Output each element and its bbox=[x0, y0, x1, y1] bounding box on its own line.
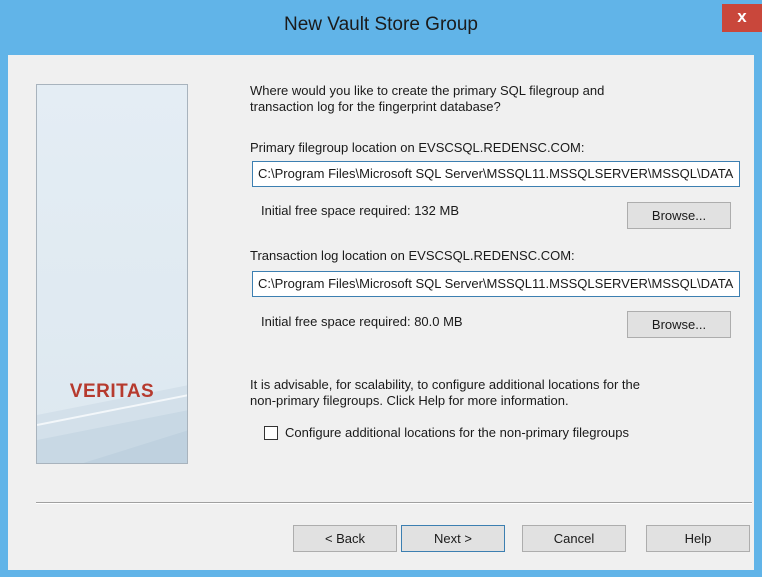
primary-location-input[interactable]: C:\Program Files\Microsoft SQL Server\MS… bbox=[252, 161, 740, 187]
primary-space-text: Initial free space required: 132 MB bbox=[261, 203, 459, 218]
dialog-window: New Vault Store Group x VERITAS Where wo… bbox=[0, 0, 762, 577]
primary-browse-button[interactable]: Browse... bbox=[627, 202, 731, 229]
banner-background-graphic bbox=[37, 85, 187, 463]
close-button[interactable]: x bbox=[722, 4, 762, 32]
window-title: New Vault Store Group bbox=[284, 14, 478, 35]
log-browse-button[interactable]: Browse... bbox=[627, 311, 731, 338]
back-button[interactable]: < Back bbox=[293, 525, 397, 552]
help-button[interactable]: Help bbox=[646, 525, 750, 552]
additional-locations-label[interactable]: Configure additional locations for the n… bbox=[285, 425, 629, 441]
question-text-line2: transaction log for the fingerprint data… bbox=[250, 99, 501, 114]
additional-locations-checkbox[interactable] bbox=[264, 426, 278, 440]
log-location-input[interactable]: C:\Program Files\Microsoft SQL Server\MS… bbox=[252, 271, 740, 297]
log-space-text: Initial free space required: 80.0 MB bbox=[261, 314, 463, 329]
veritas-logo: VERITAS bbox=[69, 381, 155, 402]
footer-separator bbox=[36, 502, 752, 504]
dialog-body: VERITAS Where would you like to create t… bbox=[8, 55, 754, 570]
title-bar[interactable]: New Vault Store Group x bbox=[0, 0, 762, 55]
question-text-line1: Where would you like to create the prima… bbox=[250, 83, 605, 98]
wizard-side-banner: VERITAS bbox=[36, 84, 188, 464]
advice-text-line2: non-primary filegroups. Click Help for m… bbox=[250, 393, 569, 408]
advice-text-line1: It is advisable, for scalability, to con… bbox=[250, 377, 640, 392]
log-location-label: Transaction log location on EVSCSQL.REDE… bbox=[250, 248, 575, 263]
cancel-button[interactable]: Cancel bbox=[522, 525, 626, 552]
primary-location-label: Primary filegroup location on EVSCSQL.RE… bbox=[250, 140, 585, 155]
next-button[interactable]: Next > bbox=[401, 525, 505, 552]
